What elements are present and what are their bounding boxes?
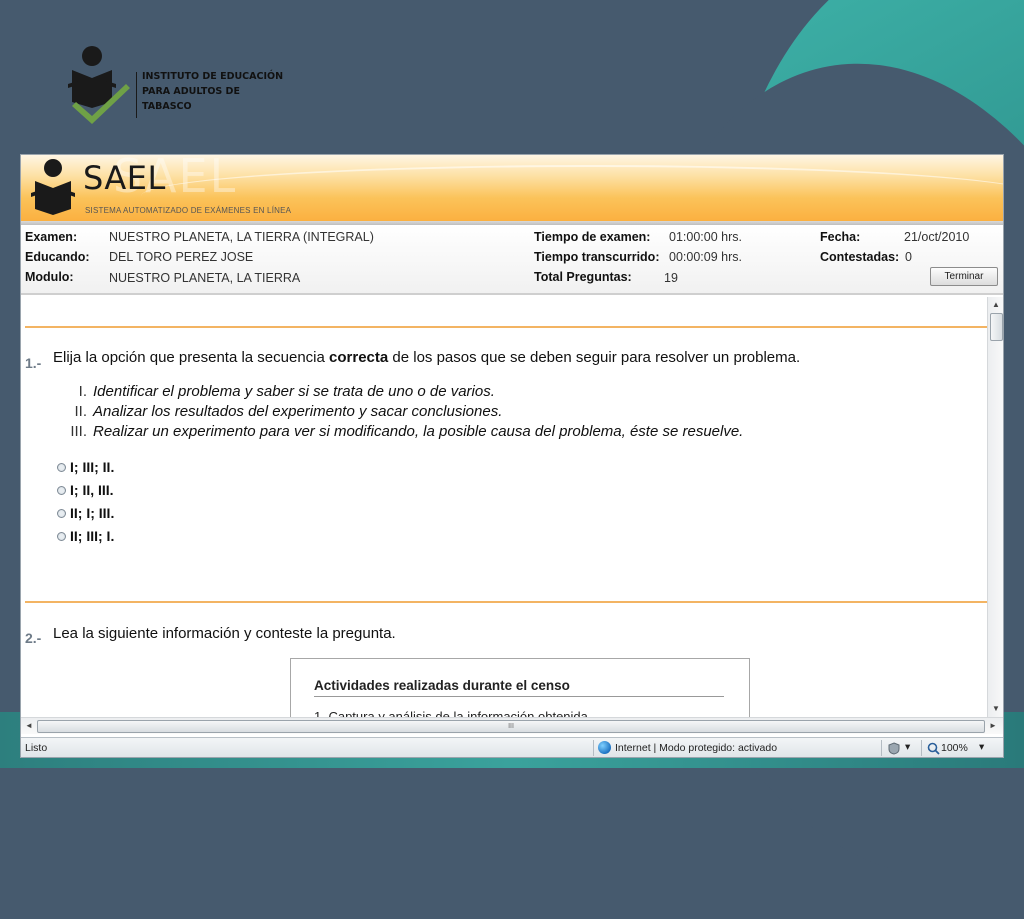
question-text: Lea la siguiente información y conteste … bbox=[53, 625, 396, 642]
statement-item: I. Identificar el problema y saber si se … bbox=[78, 383, 495, 400]
zoom-level[interactable]: 100% bbox=[941, 742, 968, 754]
reader-logo-icon bbox=[31, 159, 75, 215]
app-brand: SAEL bbox=[83, 159, 166, 197]
elapsed-time-label: Tiempo transcurrido: bbox=[534, 250, 660, 264]
student-value: DEL TORO PEREZ JOSE bbox=[109, 250, 254, 264]
status-divider bbox=[881, 740, 882, 756]
info-box: Actividades realizadas durante el censo … bbox=[290, 658, 750, 717]
question-separator bbox=[25, 601, 987, 603]
app-tagline: SISTEMA AUTOMATIZADO DE EXÁMENES EN LÍNE… bbox=[85, 206, 292, 215]
answer-option[interactable]: II; I; III. bbox=[57, 505, 114, 521]
statement-item: III. Realizar un experimento para ver si … bbox=[70, 423, 744, 440]
radio-button[interactable] bbox=[57, 508, 66, 518]
date-value: 21/oct/2010 bbox=[904, 230, 970, 244]
answer-option[interactable]: II; III; I. bbox=[57, 528, 114, 544]
radio-button[interactable] bbox=[57, 531, 66, 541]
exam-value: NUESTRO PLANETA, LA TIERRA (INTEGRAL) bbox=[109, 230, 374, 244]
finish-button[interactable]: Terminar bbox=[930, 267, 998, 286]
status-divider bbox=[921, 740, 922, 756]
question-number: 1.- bbox=[25, 355, 42, 371]
browser-window: SAEL SAEL SISTEMA AUTOMATIZADO DE EXÁMEN… bbox=[20, 154, 1004, 758]
question-text: Elija la opción que presenta la secuenci… bbox=[53, 349, 801, 366]
total-questions-value: 19 bbox=[664, 271, 678, 285]
date-label: Fecha: bbox=[820, 230, 861, 244]
vertical-scrollbar[interactable]: ▲ ▼ bbox=[987, 297, 1003, 717]
app-banner: SAEL SAEL SISTEMA AUTOMATIZADO DE EXÁMEN… bbox=[21, 155, 1003, 221]
total-questions-label: Total Preguntas: bbox=[534, 270, 632, 284]
status-bar: Listo Internet | Modo protegido: activad… bbox=[21, 737, 1003, 757]
exam-time-value: 01:00:00 hrs. bbox=[669, 230, 742, 244]
security-zone[interactable]: Internet | Modo protegido: activado bbox=[615, 742, 777, 754]
question-separator bbox=[25, 326, 987, 328]
radio-button[interactable] bbox=[57, 485, 66, 495]
answer-option[interactable]: I; III; II. bbox=[57, 459, 114, 475]
question-emphasis: correcta bbox=[329, 349, 389, 366]
institute-name: INSTITUTO DE EDUCACIÓN PARA ADULTOS DE T… bbox=[142, 71, 284, 112]
zoom-dropdown-icon[interactable]: ▾ bbox=[979, 741, 984, 753]
horizontal-scrollbar[interactable]: ◄ III ► bbox=[21, 717, 1003, 734]
answer-option[interactable]: I; II, III. bbox=[57, 482, 114, 498]
question-number: 2.- bbox=[25, 630, 42, 646]
scroll-down-icon[interactable]: ▼ bbox=[988, 701, 1003, 717]
scroll-left-icon[interactable]: ◄ bbox=[21, 718, 37, 734]
exam-info-panel: Examen: NUESTRO PLANETA, LA TIERRA (INTE… bbox=[21, 225, 1003, 295]
zoom-icon[interactable] bbox=[927, 742, 940, 755]
exam-content: 1.- Elija la opción que presenta la secu… bbox=[21, 297, 987, 717]
globe-icon bbox=[598, 741, 611, 754]
scroll-thumb[interactable]: III bbox=[37, 720, 985, 733]
protection-dropdown-icon[interactable]: ▾ bbox=[905, 741, 910, 753]
answered-label: Contestadas: bbox=[820, 250, 900, 264]
elapsed-time-value: 00:00:09 hrs. bbox=[669, 250, 742, 264]
info-box-item: 1. Captura y análisis de la información … bbox=[314, 709, 592, 717]
exam-time-label: Tiempo de examen: bbox=[534, 230, 651, 244]
scroll-up-icon[interactable]: ▲ bbox=[988, 297, 1003, 313]
reader-logo-icon bbox=[68, 46, 130, 124]
exam-label: Examen: bbox=[25, 230, 78, 244]
status-text: Listo bbox=[25, 742, 48, 754]
module-value: NUESTRO PLANETA, LA TIERRA bbox=[109, 271, 301, 285]
radio-button[interactable] bbox=[57, 462, 66, 472]
answered-value: 0 bbox=[905, 250, 912, 264]
module-label: Modulo: bbox=[25, 270, 74, 284]
info-box-rule bbox=[314, 696, 724, 697]
protection-icon[interactable] bbox=[887, 742, 901, 755]
scroll-thumb[interactable] bbox=[990, 313, 1003, 341]
info-box-title: Actividades realizadas durante el censo bbox=[314, 678, 570, 693]
scroll-right-icon[interactable]: ► bbox=[985, 718, 1001, 734]
logo-divider bbox=[136, 72, 137, 118]
status-divider bbox=[593, 740, 594, 756]
student-label: Educando: bbox=[25, 250, 90, 264]
statement-item: II. Analizar los resultados del experimen… bbox=[74, 403, 503, 420]
